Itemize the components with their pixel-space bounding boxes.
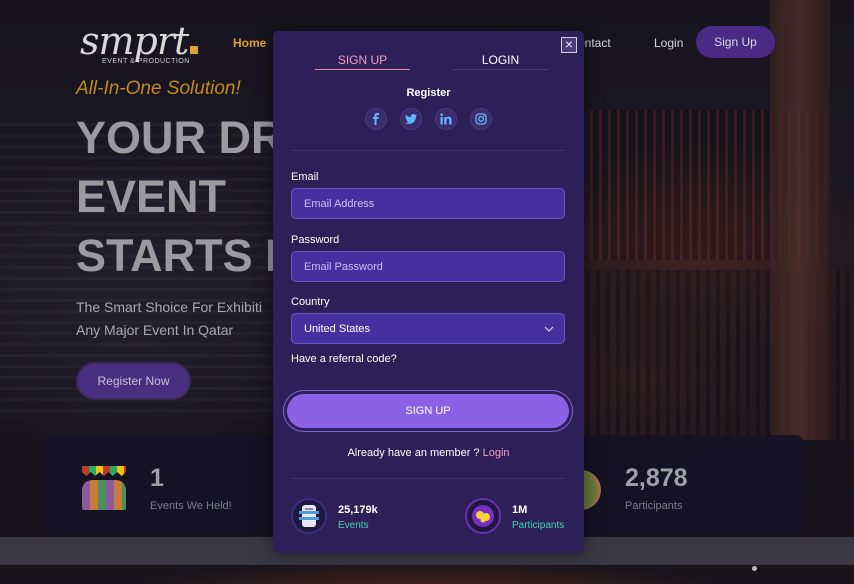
- stat-events-value: 1: [150, 464, 164, 492]
- tab-signup[interactable]: SIGN UP: [315, 53, 410, 70]
- close-icon[interactable]: ×: [561, 37, 577, 53]
- hero-subtitle-line: The Smart Shoice For Exhibiti: [76, 299, 262, 315]
- bunting-flags: [82, 466, 126, 476]
- divider: [291, 150, 565, 151]
- divider: [291, 478, 565, 479]
- hero-title-line: STARTS H: [76, 230, 276, 281]
- already-member-label: Already have an member ?: [347, 447, 483, 459]
- country-select-value: United States: [304, 322, 371, 335]
- bottom-edge: [0, 565, 854, 584]
- referral-code-link[interactable]: Have a referral code?: [291, 353, 397, 365]
- signup-submit-button[interactable]: SIGN UP: [287, 394, 569, 428]
- country-label: Country: [291, 296, 330, 308]
- modal-stat-participants-value: 1M: [512, 504, 528, 516]
- site-logo[interactable]: smprt EVENT & PRODUCTION: [80, 19, 199, 65]
- modal-stat-events-value: 25,179k: [338, 504, 378, 516]
- modal-stat-participants-label: Participants: [512, 520, 565, 531]
- country-select[interactable]: United States: [291, 313, 565, 344]
- hero-subtitle: The Smart Shoice For Exhibiti Any Major …: [76, 296, 272, 342]
- already-member-login-link[interactable]: Login: [483, 447, 510, 459]
- crowd-icon: [82, 466, 126, 510]
- register-now-button[interactable]: Register Now: [76, 362, 191, 400]
- email-field[interactable]: [291, 188, 565, 219]
- logo-subtitle: EVENT & PRODUCTION: [102, 58, 190, 65]
- hero-title-line: YOUR DR: [76, 112, 276, 163]
- social-buttons: [365, 108, 492, 130]
- hero-subtitle-line: Any Major Event In Qatar: [76, 322, 234, 338]
- stat-participants-value: 2,878: [625, 464, 688, 492]
- facebook-icon[interactable]: [365, 108, 387, 130]
- twitter-icon[interactable]: [400, 108, 422, 130]
- linkedin-icon[interactable]: [435, 108, 457, 130]
- events-stat-icon: [291, 498, 327, 534]
- nav-signup-button[interactable]: Sign Up: [696, 26, 775, 58]
- hero-title: YOUR DR EVENT STARTS H: [76, 108, 276, 285]
- stat-events-label: Events We Held!: [150, 500, 232, 512]
- modal-stat-events-label: Events: [338, 520, 369, 531]
- tab-login[interactable]: LOGIN: [453, 53, 548, 70]
- nav-home-link[interactable]: Home: [233, 36, 266, 50]
- signup-modal: × SIGN UP LOGIN Register Email Password …: [273, 31, 584, 553]
- email-label: Email: [291, 171, 319, 183]
- already-member-text: Already have an member ? Login: [273, 447, 584, 459]
- logo-text: smprt: [80, 19, 189, 63]
- logo-dot: [190, 46, 199, 54]
- stat-participants-label: Participants: [625, 500, 683, 512]
- chevron-down-icon: [544, 326, 554, 332]
- scroll-indicator[interactable]: [752, 566, 757, 571]
- nav-login-link[interactable]: Login: [654, 36, 683, 50]
- hero-kicker: All-In-One Solution!: [76, 78, 241, 99]
- password-field[interactable]: [291, 251, 565, 282]
- crowd-people: [82, 480, 126, 510]
- register-title: Register: [406, 87, 451, 99]
- signup-submit-ring: SIGN UP: [283, 390, 573, 432]
- hero-title-line: EVENT: [76, 171, 227, 222]
- instagram-icon[interactable]: [470, 108, 492, 130]
- participants-stat-icon: [465, 498, 501, 534]
- password-label: Password: [291, 234, 340, 246]
